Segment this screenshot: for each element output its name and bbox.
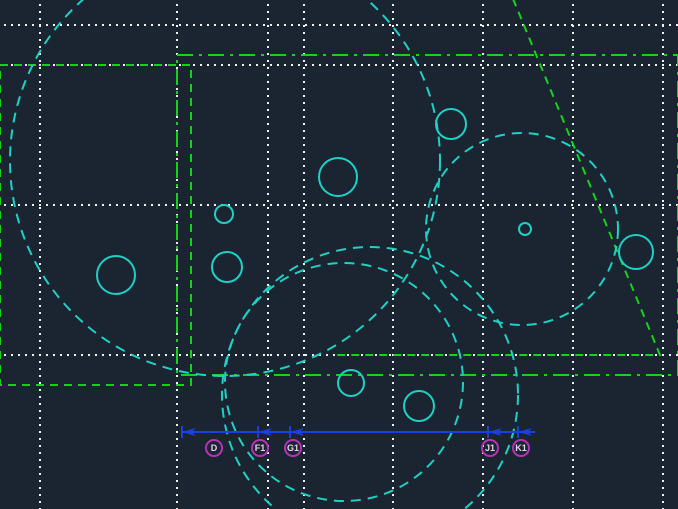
point-label: K1 — [515, 443, 527, 453]
point-label: J1 — [485, 443, 495, 453]
point-label: F1 — [255, 443, 266, 453]
point-label: D — [211, 443, 218, 453]
cad-canvas[interactable]: D F1 G1 J1 K1 — [0, 0, 678, 509]
point-label: G1 — [287, 443, 299, 453]
